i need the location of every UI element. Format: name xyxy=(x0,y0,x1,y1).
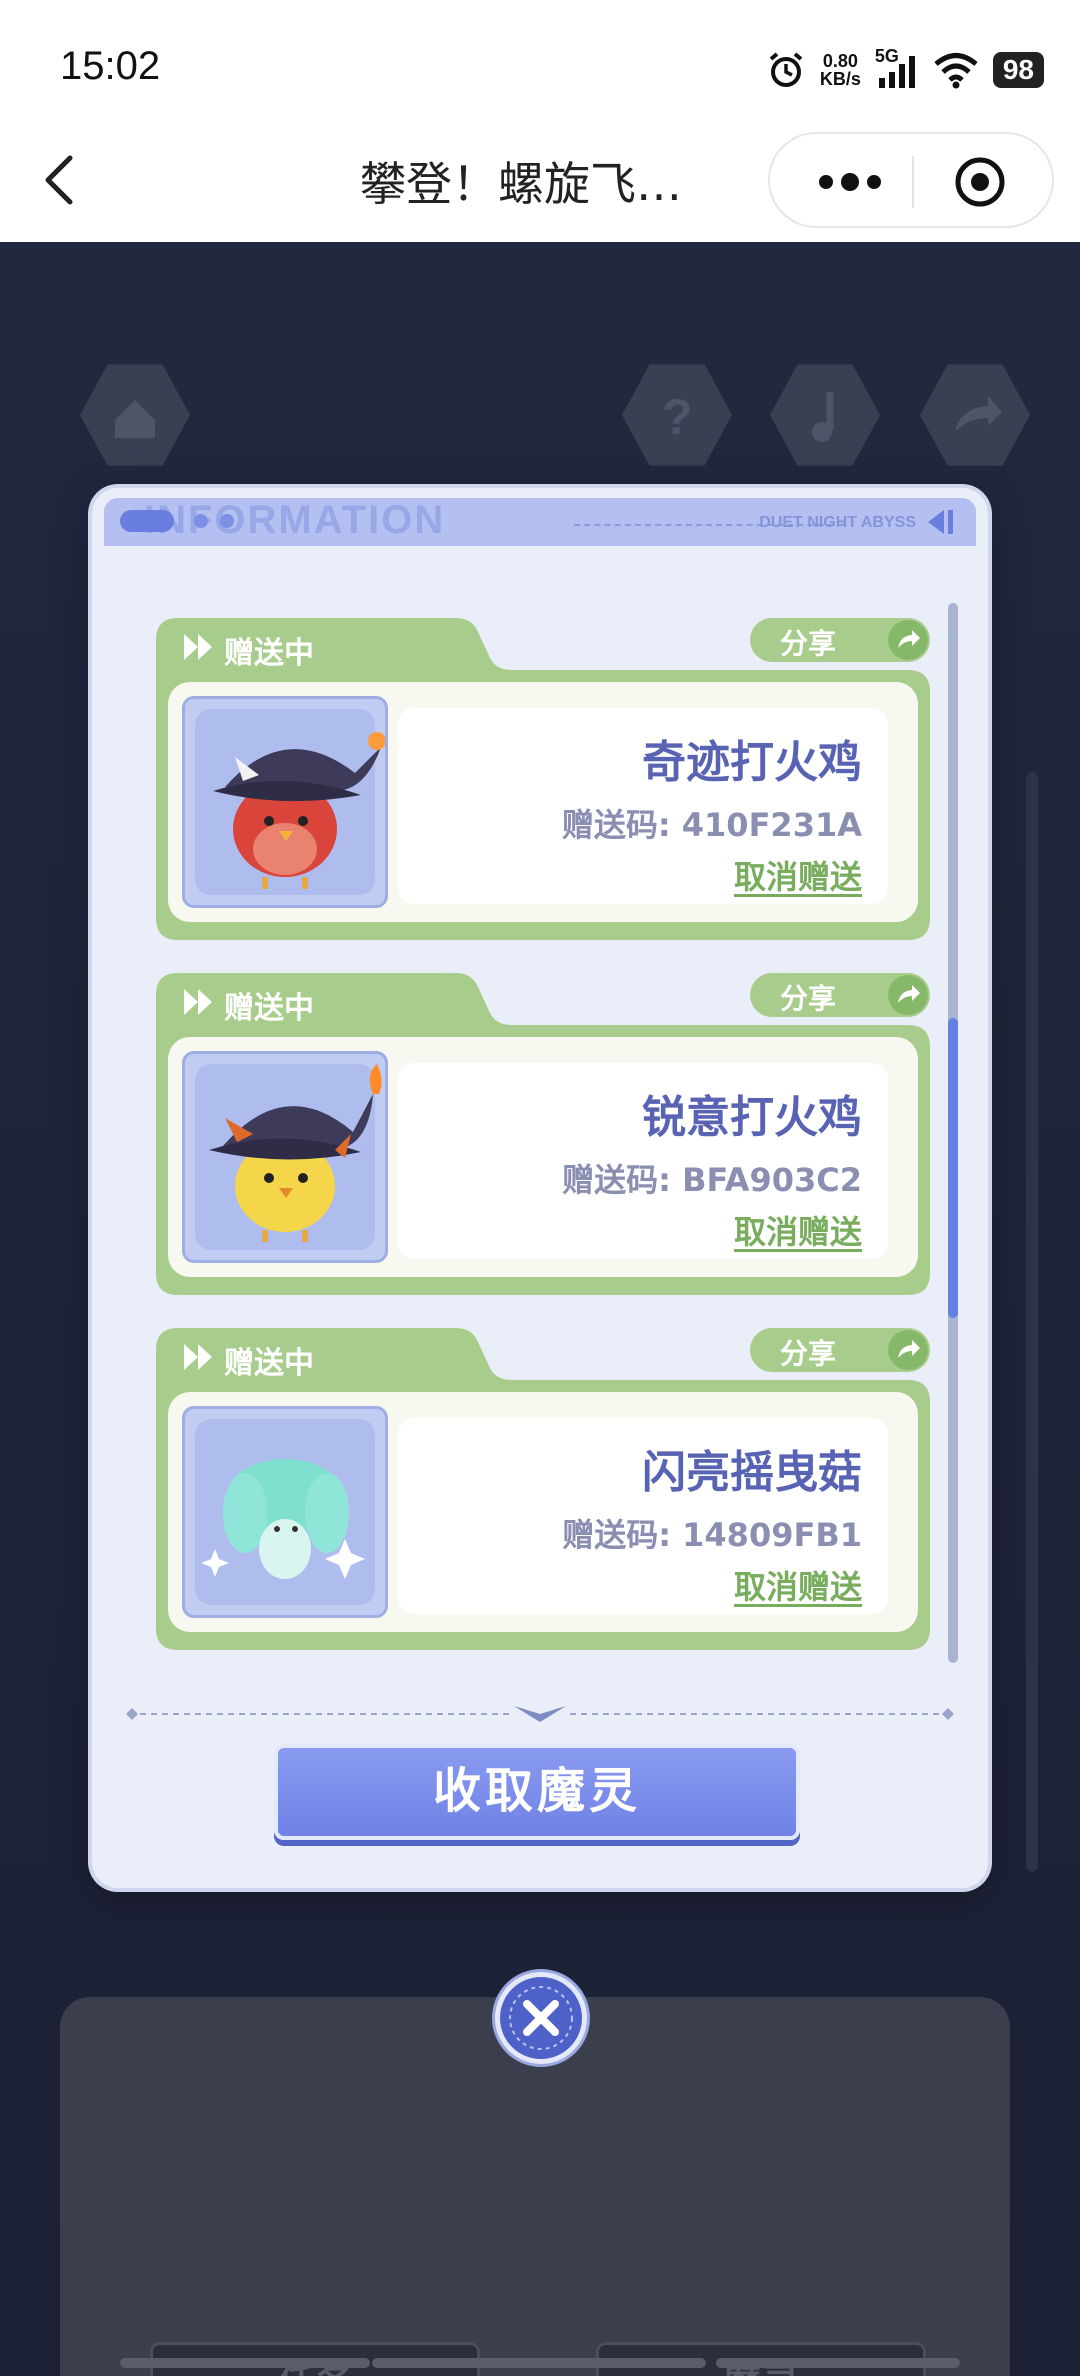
gift-status: 赠送中 xyxy=(224,1346,314,1381)
back-icon[interactable] xyxy=(30,140,90,220)
close-miniapp-icon[interactable] xyxy=(952,154,1008,210)
bg-bottom-bar xyxy=(372,2358,706,2368)
card-body: 闪亮摇曳菇 赠送码: 14809FB1 取消赠送 xyxy=(168,1392,918,1632)
header-pill-decoration xyxy=(120,510,174,532)
help-icon: ? xyxy=(622,364,732,466)
share-icon xyxy=(920,364,1030,466)
more-icon[interactable] xyxy=(810,156,890,208)
capsule-divider xyxy=(912,156,914,208)
status-icons: 0.80 KB/s 5G 98 xyxy=(766,46,1044,90)
list-scrollbar-thumb[interactable] xyxy=(948,1018,958,1318)
section-divider xyxy=(126,1706,954,1722)
share-label: 分享 xyxy=(780,627,837,660)
fast-forward-icon xyxy=(184,989,212,1015)
share-label: 分享 xyxy=(780,1337,837,1370)
gift-status: 赠送中 xyxy=(224,991,314,1026)
card-body: 锐意打火鸡 赠送码: BFA903C2 取消赠送 xyxy=(168,1037,918,1277)
cancel-gift-link[interactable]: 取消赠送 xyxy=(734,1562,862,1608)
status-time: 15:02 xyxy=(60,44,161,88)
svg-text:?: ? xyxy=(662,389,693,445)
bg-bottom-bar xyxy=(716,2358,960,2368)
fire-turkey-yellow-image xyxy=(209,1064,382,1242)
net-speed: 0.80 KB/s xyxy=(820,52,861,88)
home-icon xyxy=(80,364,190,466)
share-arrow-icon xyxy=(888,1330,928,1370)
share-button[interactable]: 分享 xyxy=(750,1328,930,1372)
cancel-gift-link[interactable]: 取消赠送 xyxy=(734,1207,862,1253)
spirit-name: 奇迹打火鸡 xyxy=(642,737,862,788)
nav-bar: 攀登！螺旋飞… xyxy=(0,120,1080,242)
spirit-portrait xyxy=(182,696,388,908)
spirit-portrait xyxy=(182,1051,388,1263)
fire-turkey-red-image xyxy=(213,732,385,889)
status-bar: 15:02 0.80 KB/s 5G 98 xyxy=(0,0,1080,140)
gift-code: 赠送码: BFA903C2 xyxy=(562,1161,862,1199)
header-brand: DUET NIGHT ABYSS xyxy=(759,514,916,531)
spirit-name: 锐意打火鸡 xyxy=(642,1092,862,1143)
gift-modal: INFORMATION DUET NIGHT ABYSS 赠送中 分享 奇迹打火… xyxy=(92,488,988,1888)
sparkle-mushroom-image xyxy=(201,1459,365,1579)
gift-card: 赠送中 分享 xyxy=(156,618,930,940)
fast-forward-icon xyxy=(184,1344,212,1370)
alarm-icon xyxy=(769,52,803,87)
close-modal-button[interactable] xyxy=(495,1972,587,2064)
collect-spirits-button[interactable]: 收取魔灵 xyxy=(274,1744,800,1840)
net-speed-unit: KB/s xyxy=(819,69,861,89)
music-icon xyxy=(770,364,880,466)
header-triangle-icon xyxy=(928,510,953,534)
gift-status: 赠送中 xyxy=(224,636,314,671)
gift-card: 赠送中 分享 xyxy=(156,973,930,1295)
gift-code: 赠送码: 410F231A xyxy=(561,806,862,844)
gift-code: 赠送码: 14809FB1 xyxy=(562,1516,862,1554)
spirit-info: 锐意打火鸡 赠送码: BFA903C2 取消赠送 xyxy=(398,1063,888,1259)
spirit-name: 闪亮摇曳菇 xyxy=(642,1447,862,1498)
spirit-info: 奇迹打火鸡 赠送码: 410F231A 取消赠送 xyxy=(398,708,888,904)
share-arrow-icon xyxy=(888,975,928,1015)
share-arrow-icon xyxy=(888,620,928,660)
header-dot xyxy=(220,514,234,528)
fast-forward-icon xyxy=(184,634,212,660)
spirit-info: 闪亮摇曳菇 赠送码: 14809FB1 取消赠送 xyxy=(398,1418,888,1614)
net-speed-value: 0.80 xyxy=(822,51,858,71)
bg-scrollbar xyxy=(1026,772,1038,1872)
gift-card: 赠送中 分享 闪亮摇曳菇 赠送码: 14809FB1 取消赠送 xyxy=(156,1328,930,1650)
spirit-portrait xyxy=(182,1406,388,1618)
share-button[interactable]: 分享 xyxy=(750,618,930,662)
nav-title: 攀登！螺旋飞… xyxy=(360,157,682,211)
cellular-signal-icon: 5G xyxy=(875,46,919,90)
bg-bottom-bar xyxy=(120,2358,370,2368)
miniapp-capsule xyxy=(768,132,1054,228)
card-body: 奇迹打火鸡 赠送码: 410F231A 取消赠送 xyxy=(168,682,918,922)
header-dot xyxy=(194,514,208,528)
close-icon xyxy=(509,1986,573,2050)
share-label: 分享 xyxy=(780,982,837,1015)
wifi-icon xyxy=(934,53,978,89)
header-watermark: INFORMATION xyxy=(144,498,446,542)
modal-header: INFORMATION DUET NIGHT ABYSS xyxy=(104,498,976,546)
share-button[interactable]: 分享 xyxy=(750,973,930,1017)
battery-indicator: 98 xyxy=(992,52,1044,88)
cancel-gift-link[interactable]: 取消赠送 xyxy=(734,852,862,898)
